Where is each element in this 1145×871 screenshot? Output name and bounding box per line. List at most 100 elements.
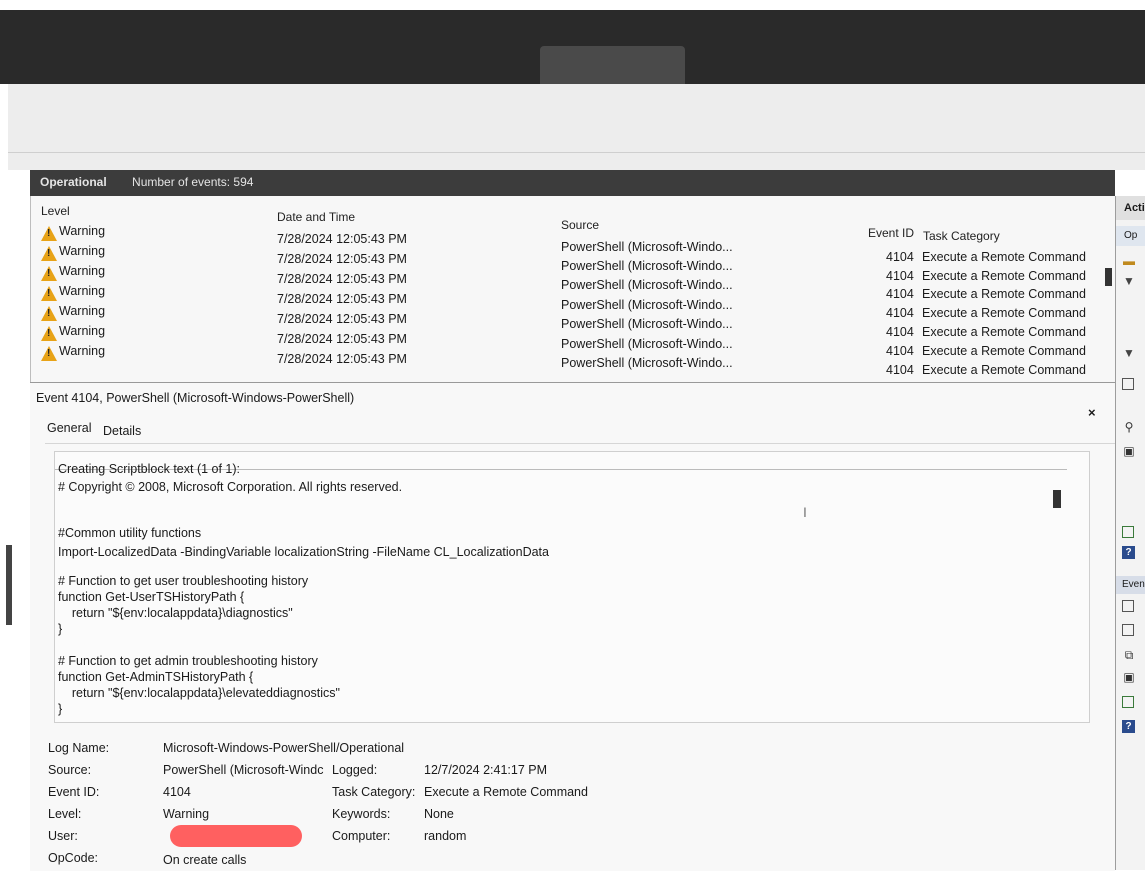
actions-section-operational[interactable]: Op	[1116, 226, 1145, 246]
event-level: Warning	[59, 244, 106, 258]
detail-title: Event 4104, PowerShell (Microsoft-Window…	[36, 391, 355, 405]
refresh-event-icon[interactable]	[1122, 696, 1134, 708]
event-source: PowerShell (Microsoft-Windo...	[561, 259, 733, 273]
script-line: Creating Scriptblock text (1 of 1):	[58, 462, 241, 476]
event-level: Warning	[59, 284, 106, 298]
warning-icon	[41, 246, 57, 261]
attach-task-icon[interactable]	[1122, 624, 1134, 636]
text-scrollbar-thumb[interactable]	[1053, 490, 1061, 508]
script-line: function Get-UserTSHistoryPath {	[58, 590, 245, 604]
script-line: return "${env:localappdata}\elevateddiag…	[58, 686, 340, 700]
photo-border	[0, 0, 1145, 10]
event-source: PowerShell (Microsoft-Windo...	[561, 356, 733, 370]
warning-icon	[41, 306, 57, 321]
script-line: # Copyright © 2008, Microsoft Corporatio…	[58, 480, 403, 494]
copy-icon[interactable]: ⧉	[1122, 648, 1136, 662]
event-id: 4104	[886, 325, 914, 339]
script-line: # Function to get user troubleshooting h…	[58, 574, 309, 588]
event-date: 7/28/2024 12:05:43 PM	[277, 252, 407, 266]
event-id-value: 4104	[163, 785, 191, 799]
script-line: }	[58, 702, 63, 716]
event-date: 7/28/2024 12:05:43 PM	[277, 292, 407, 306]
redacted-user-value	[170, 825, 302, 847]
refresh-icon[interactable]	[1122, 526, 1134, 538]
event-id: 4104	[886, 363, 914, 377]
actions-section-event[interactable]: Even	[1116, 576, 1145, 594]
scriptblock-textbox[interactable]: Creating Scriptblock text (1 of 1): # Co…	[54, 451, 1090, 723]
opcode-value: On create calls	[163, 853, 247, 867]
event-level: Warning	[59, 324, 106, 338]
log-header-bar: Operational Number of events: 594	[30, 170, 1115, 196]
event-row[interactable]: Warning 7/28/2024 12:05:43 PM PowerShell (…	[31, 196, 1101, 377]
warning-icon	[41, 346, 57, 361]
find-icon[interactable]: ⚲	[1122, 420, 1136, 434]
source-value: PowerShell (Microsoft-Windc	[163, 763, 324, 777]
window-divider	[8, 152, 1145, 153]
event-task: Execute a Remote Command	[922, 287, 1086, 301]
warning-icon	[41, 226, 57, 241]
filter-icon[interactable]: ▼	[1122, 274, 1136, 288]
prop-label: OpCode:	[48, 851, 99, 865]
help-event-icon[interactable]: ?	[1122, 720, 1135, 733]
column-source[interactable]: Source	[561, 218, 599, 232]
warning-icon	[41, 326, 57, 341]
event-id: 4104	[886, 344, 914, 358]
prop-label: Event ID:	[48, 785, 100, 799]
event-level: Warning	[59, 344, 106, 358]
level-value: Warning	[163, 807, 210, 821]
computer-value: random	[424, 829, 467, 843]
event-source: PowerShell (Microsoft-Windo...	[561, 240, 733, 254]
column-event-id[interactable]: Event ID	[868, 226, 914, 240]
event-source: PowerShell (Microsoft-Windo...	[561, 298, 733, 312]
warning-icon	[41, 266, 57, 281]
tab-details[interactable]: Details	[103, 424, 141, 438]
prop-label: Level:	[48, 807, 82, 821]
prop-label: Logged:	[332, 763, 378, 777]
actions-header: Acti	[1116, 196, 1145, 220]
save-selected-icon[interactable]: ▣	[1122, 670, 1136, 684]
log-tab-operational[interactable]: Operational	[40, 175, 107, 189]
help-icon[interactable]: ?	[1122, 546, 1135, 559]
filter-current-icon[interactable]: ▼	[1122, 346, 1136, 360]
close-icon[interactable]: ×	[1088, 405, 1096, 420]
event-date: 7/28/2024 12:05:43 PM	[277, 272, 407, 286]
properties-icon[interactable]	[1122, 378, 1134, 390]
screen-edge-mark	[6, 545, 12, 625]
script-line: return "${env:localappdata}\diagnostics"	[58, 606, 293, 620]
event-properties-icon[interactable]	[1122, 600, 1134, 612]
event-task: Execute a Remote Command	[922, 250, 1086, 264]
event-date: 7/28/2024 12:05:43 PM	[277, 332, 407, 346]
event-id: 4104	[886, 250, 914, 264]
log-name-value: Microsoft-Windows-PowerShell/Operational	[163, 741, 405, 755]
event-date: 7/28/2024 12:05:43 PM	[277, 352, 407, 366]
event-source: PowerShell (Microsoft-Windo...	[561, 337, 733, 351]
prop-label: Source:	[48, 763, 92, 777]
keywords-value: None	[424, 807, 454, 821]
prop-label: Keywords:	[332, 807, 391, 821]
event-list[interactable]: Level Date and Time Source Event ID Task…	[30, 196, 1116, 382]
prop-label: Computer:	[332, 829, 391, 843]
logged-value: 12/7/2024 2:41:17 PM	[424, 763, 548, 777]
prop-label: Task Category:	[332, 785, 416, 799]
event-properties: Log Name: Microsoft-Windows-PowerShell/O…	[48, 739, 1048, 869]
script-line: # Function to get admin troubleshooting …	[58, 654, 318, 668]
event-id: 4104	[886, 269, 914, 283]
event-task: Execute a Remote Command	[922, 269, 1086, 283]
column-task-category[interactable]: Task Category	[923, 229, 1000, 243]
event-date: 7/28/2024 12:05:43 PM	[277, 232, 407, 246]
list-scrollbar-thumb[interactable]	[1105, 268, 1112, 286]
warning-icon	[41, 286, 57, 301]
script-line: }	[58, 622, 63, 636]
event-id: 4104	[886, 306, 914, 320]
open-log-icon[interactable]: ▬	[1122, 254, 1136, 268]
event-task: Execute a Remote Command	[922, 306, 1086, 320]
task-category-value: Execute a Remote Command	[424, 785, 588, 799]
event-count: Number of events: 594	[132, 175, 254, 189]
event-source: PowerShell (Microsoft-Windo...	[561, 278, 733, 292]
script-line: #Common utility functions	[58, 526, 202, 540]
text-cursor-icon: I	[803, 504, 807, 520]
save-icon[interactable]: ▣	[1122, 444, 1136, 458]
event-task: Execute a Remote Command	[922, 325, 1086, 339]
prop-label: User:	[48, 829, 78, 843]
tab-general[interactable]: General	[47, 421, 91, 435]
